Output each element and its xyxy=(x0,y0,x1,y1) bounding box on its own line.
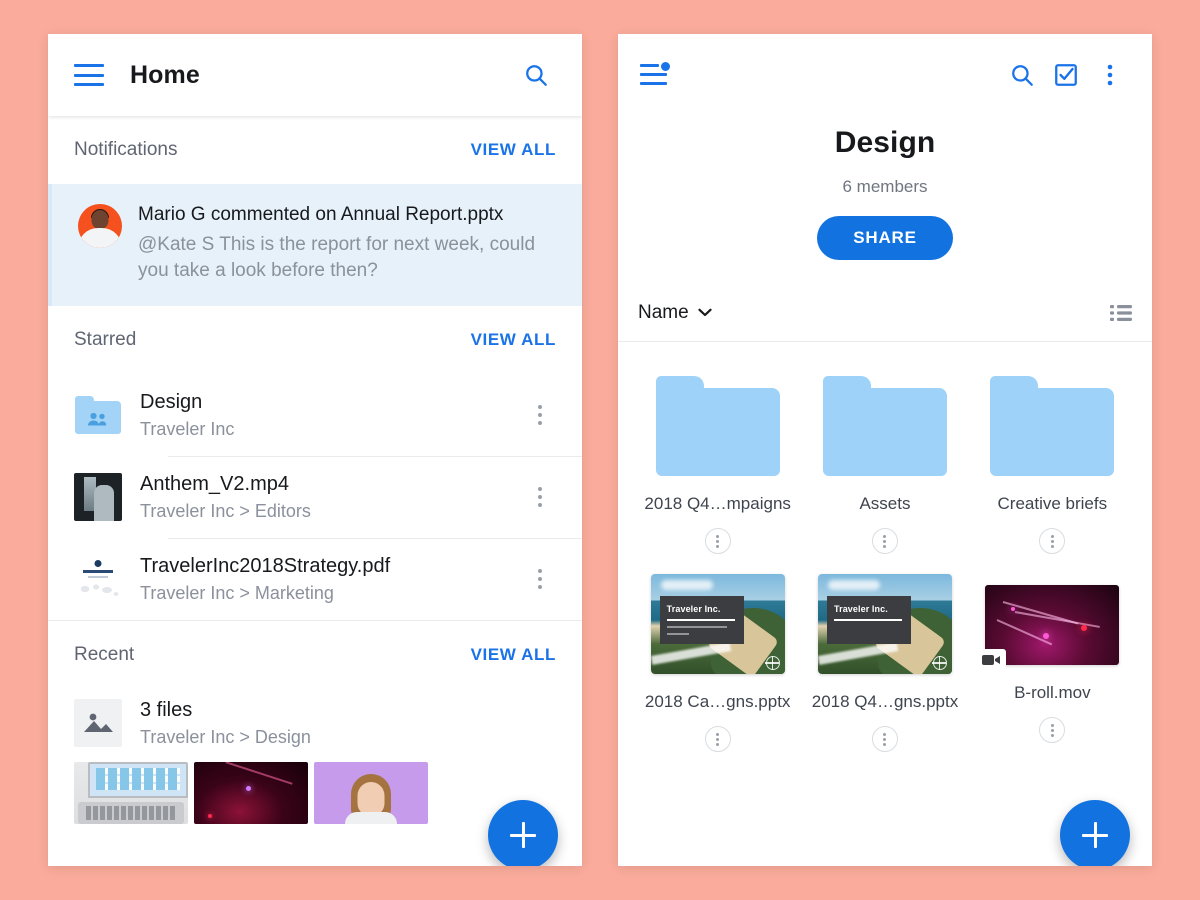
notification-card[interactable]: Mario G commented on Annual Report.pptx … xyxy=(48,184,582,306)
folder-title: Design xyxy=(834,126,936,159)
section-title: Notifications xyxy=(74,139,178,160)
list-item-name: Anthem_V2.mp4 xyxy=(140,473,289,495)
chevron-down-icon xyxy=(698,304,712,322)
notification-body: @Kate S This is the report for next week… xyxy=(138,234,536,281)
grid-item[interactable]: Traveler Inc. 2018 Q4…gns.pptx xyxy=(801,556,968,752)
notification-badge-dot xyxy=(661,62,670,71)
list-item-path: Traveler Inc > Editors xyxy=(140,501,311,521)
grid-item[interactable]: B-roll.mov xyxy=(969,556,1136,752)
list-item-text: TravelerInc2018Strategy.pdf Traveler Inc… xyxy=(140,553,506,605)
list-item-name: Design xyxy=(140,391,203,413)
view-all-notifications[interactable]: VIEW ALL xyxy=(471,140,556,160)
folder-grid: 2018 Q4…mpaigns Assets Creative briefs T… xyxy=(618,342,1152,752)
pdf-thumbnail xyxy=(74,555,122,603)
sort-label: Name xyxy=(638,301,689,323)
shared-globe-icon xyxy=(765,655,780,670)
presentation-thumbnail: Traveler Inc. xyxy=(650,574,785,674)
plus-icon-bar xyxy=(1082,833,1108,837)
home-appbar: Home xyxy=(48,34,582,116)
notification-text: Mario G commented on Annual Report.pptx … xyxy=(138,202,556,284)
list-item-name: TravelerInc2018Strategy.pdf xyxy=(140,555,391,577)
search-icon[interactable] xyxy=(1002,55,1042,95)
kebab-menu-icon[interactable] xyxy=(1090,55,1130,95)
mario-g-avatar xyxy=(78,204,122,248)
presentation-thumbnail: Traveler Inc. xyxy=(817,574,952,674)
video-thumbnail xyxy=(976,585,1120,671)
sort-bar: Name xyxy=(618,284,1152,342)
folder-appbar xyxy=(618,34,1152,116)
kebab-menu-icon[interactable] xyxy=(524,563,556,595)
share-button[interactable]: SHARE xyxy=(817,216,953,260)
list-item-path: Traveler Inc xyxy=(140,419,235,439)
list-item-text: Anthem_V2.mp4 Traveler Inc > Editors xyxy=(140,471,506,523)
list-item[interactable]: Design Traveler Inc xyxy=(48,374,582,456)
list-item[interactable]: 3 files Traveler Inc > Design xyxy=(48,688,582,758)
list-item-path: Traveler Inc > Marketing xyxy=(140,583,334,603)
list-item-text: Design Traveler Inc xyxy=(140,389,506,441)
grid-item[interactable]: Creative briefs xyxy=(969,358,1136,554)
kebab-menu-icon[interactable] xyxy=(871,726,898,752)
list-item-text: 3 files Traveler Inc > Design xyxy=(140,697,556,749)
sort-selector[interactable]: Name xyxy=(638,302,712,324)
checkbox-checked-icon[interactable] xyxy=(1046,55,1086,95)
view-all-recent[interactable]: VIEW ALL xyxy=(471,645,556,665)
video-thumbnail xyxy=(74,473,122,521)
list-item[interactable]: TravelerInc2018Strategy.pdf Traveler Inc… xyxy=(48,538,582,620)
page-title: Home xyxy=(130,60,200,89)
grid-item-label: Assets xyxy=(859,494,911,513)
section-header-starred: Starred VIEW ALL xyxy=(48,306,582,374)
image-stack-icon xyxy=(74,699,122,747)
folder-icon xyxy=(655,376,780,476)
grid-item-label: 2018 Q4…mpaigns xyxy=(644,494,791,513)
list-item[interactable]: Anthem_V2.mp4 Traveler Inc > Editors xyxy=(48,456,582,538)
home-scroll-area[interactable]: Notifications VIEW ALL Mario G commented… xyxy=(48,116,582,866)
grid-item-label: 2018 Q4…gns.pptx xyxy=(811,692,959,711)
slide-title: Traveler Inc. xyxy=(666,604,721,614)
kebab-menu-icon[interactable] xyxy=(524,399,556,431)
screenshot-stage: Home Notifications VIEW ALL Mario G comm… xyxy=(0,0,1200,900)
grid-item-label: 2018 Ca…gns.pptx xyxy=(644,692,791,711)
list-view-icon[interactable] xyxy=(1110,304,1132,322)
folder-member-count: 6 members xyxy=(842,177,928,196)
hamburger-menu-icon[interactable] xyxy=(74,64,104,86)
video-badge-icon xyxy=(976,649,1007,671)
folder-header: Design 6 members SHARE xyxy=(618,116,1152,260)
grid-item[interactable]: Traveler Inc. 2018 Ca…gns.pptx xyxy=(634,556,801,752)
grid-item[interactable]: 2018 Q4…mpaigns xyxy=(634,358,801,554)
section-header-recent: Recent VIEW ALL xyxy=(48,620,582,688)
search-icon[interactable] xyxy=(516,55,556,95)
folder-icon xyxy=(822,376,947,476)
grid-item-label: Creative briefs xyxy=(997,494,1108,513)
hamburger-menu-with-badge-icon[interactable] xyxy=(640,62,670,86)
shared-globe-icon xyxy=(932,655,947,670)
laptop-spreadsheet-thumbnail[interactable] xyxy=(74,762,188,824)
grid-item[interactable]: Assets xyxy=(801,358,968,554)
folder-icon xyxy=(990,376,1115,476)
section-header-notifications: Notifications VIEW ALL xyxy=(48,116,582,184)
view-all-starred[interactable]: VIEW ALL xyxy=(471,330,556,350)
add-button-fab[interactable] xyxy=(488,800,558,866)
kebab-menu-icon[interactable] xyxy=(871,528,898,554)
plus-icon-bar xyxy=(510,833,536,837)
kebab-menu-icon[interactable] xyxy=(1039,528,1066,554)
section-title: Starred xyxy=(74,329,137,350)
concert-stage-thumbnail[interactable] xyxy=(194,762,308,824)
home-screen: Home Notifications VIEW ALL Mario G comm… xyxy=(48,34,582,866)
folder-screen: Design 6 members SHARE Name 2018 Q4…mpai… xyxy=(618,34,1152,866)
grid-item-label: B-roll.mov xyxy=(1014,683,1091,702)
list-item-name: 3 files xyxy=(140,699,193,721)
add-button-fab[interactable] xyxy=(1060,800,1130,866)
shared-folder-icon xyxy=(74,391,122,439)
kebab-menu-icon[interactable] xyxy=(1039,717,1066,743)
slide-title: Traveler Inc. xyxy=(833,604,888,614)
section-title: Recent xyxy=(74,643,135,665)
kebab-menu-icon[interactable] xyxy=(704,726,731,752)
kebab-menu-icon[interactable] xyxy=(704,528,731,554)
list-item-path: Traveler Inc > Design xyxy=(140,727,311,747)
portrait-purple-thumbnail[interactable] xyxy=(314,762,428,824)
kebab-menu-icon[interactable] xyxy=(524,481,556,513)
notification-title: Mario G commented on Annual Report.pptx xyxy=(138,204,504,225)
